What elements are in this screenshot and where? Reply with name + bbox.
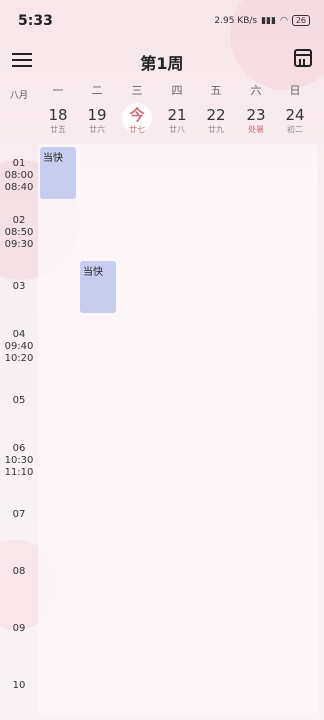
period-slot: 02 08:50 09:30: [0, 215, 38, 251]
wifi-icon: ◠: [279, 15, 288, 26]
period-index: 03: [12, 281, 26, 292]
period-slot: 09: [0, 623, 38, 635]
period-end: 11:10: [4, 467, 34, 478]
lunar-date: 廿七: [129, 125, 145, 134]
course-event[interactable]: 当快: [40, 147, 76, 199]
date-cell-today[interactable]: 今 廿七: [117, 106, 157, 135]
date-number: 今: [129, 106, 145, 124]
date-cell[interactable]: 22 廿九: [196, 106, 236, 135]
lunar-date: 处暑: [248, 125, 264, 134]
date-number: 22: [206, 106, 226, 124]
date-cell[interactable]: 23 处暑: [236, 106, 276, 135]
status-icons: 2.95 KB/s ▮▮▮ ◠ 26: [214, 15, 310, 26]
week-title[interactable]: 第1周: [0, 50, 324, 74]
date-row: 18 廿五 19 廿六 今 廿七 21 廿八 22 廿九 23 处暑 24 初二: [0, 106, 324, 140]
period-index: 09: [12, 623, 26, 634]
lunar-date: 初二: [287, 125, 303, 134]
date-number: 23: [246, 106, 266, 124]
calendar-icon[interactable]: [294, 49, 312, 67]
battery-icon: 26: [291, 15, 310, 26]
period-slot: 01 08:00 08:40: [0, 158, 38, 194]
period-end: 09:30: [4, 239, 34, 250]
date-number: 21: [167, 106, 187, 124]
weekday-label: 六: [250, 84, 262, 97]
period-index: 10: [12, 680, 26, 691]
weekday-label: 五: [210, 84, 222, 97]
period-index: 08: [12, 566, 26, 577]
date-cell[interactable]: 19 廿六: [77, 106, 117, 135]
lunar-date: 廿六: [89, 125, 105, 134]
period-index: 01: [12, 158, 26, 169]
period-slot: 08: [0, 566, 38, 578]
period-slot: 07: [0, 509, 38, 521]
period-start: 09:40: [4, 341, 34, 352]
period-start: 10:30: [4, 455, 34, 466]
weekday-label: 日: [289, 84, 301, 97]
period-index: 05: [12, 395, 26, 406]
status-bar: 5:33 2.95 KB/s ▮▮▮ ◠ 26: [0, 0, 324, 40]
period-slot: 10: [0, 680, 38, 692]
date-number: 24: [285, 106, 305, 124]
period-index: 06: [12, 443, 26, 454]
date-cell[interactable]: 21 廿八: [157, 106, 197, 135]
weekday-row: 八月 一 二 三 四 五 六 日: [0, 82, 324, 101]
signal-icon: ▮▮▮: [261, 15, 276, 26]
period-end: 10:20: [4, 353, 34, 364]
period-index: 07: [12, 509, 26, 520]
period-slot: 06 10:30 11:10: [0, 443, 38, 479]
period-start: 08:00: [4, 170, 34, 181]
course-event[interactable]: 当快: [80, 261, 116, 313]
lunar-date: 廿九: [208, 125, 224, 134]
date-cell[interactable]: 18 廿五: [38, 106, 78, 135]
period-start: 08:50: [4, 227, 34, 238]
app-header: 第1周: [0, 44, 324, 78]
date-cell[interactable]: 24 初二: [275, 106, 315, 135]
period-slot: 05: [0, 395, 38, 407]
weekday-label: 二: [91, 84, 103, 97]
date-number: 19: [87, 106, 107, 124]
weekday-label: 四: [171, 84, 183, 97]
net-speed: 2.95 KB/s: [214, 15, 258, 26]
period-index: 02: [12, 215, 26, 226]
period-slot: 04 09:40 10:20: [0, 329, 38, 365]
lunar-date: 廿五: [50, 125, 66, 134]
month-label: 八月: [10, 91, 29, 101]
status-time: 5:33: [18, 13, 53, 29]
period-slot: 03: [0, 281, 38, 293]
schedule-grid[interactable]: [38, 144, 318, 714]
period-end: 08:40: [4, 182, 34, 193]
period-index: 04: [12, 329, 26, 340]
lunar-date: 廿八: [169, 125, 185, 134]
weekday-label: 三: [131, 84, 143, 97]
weekday-label: 一: [52, 84, 64, 97]
date-number: 18: [48, 106, 68, 124]
